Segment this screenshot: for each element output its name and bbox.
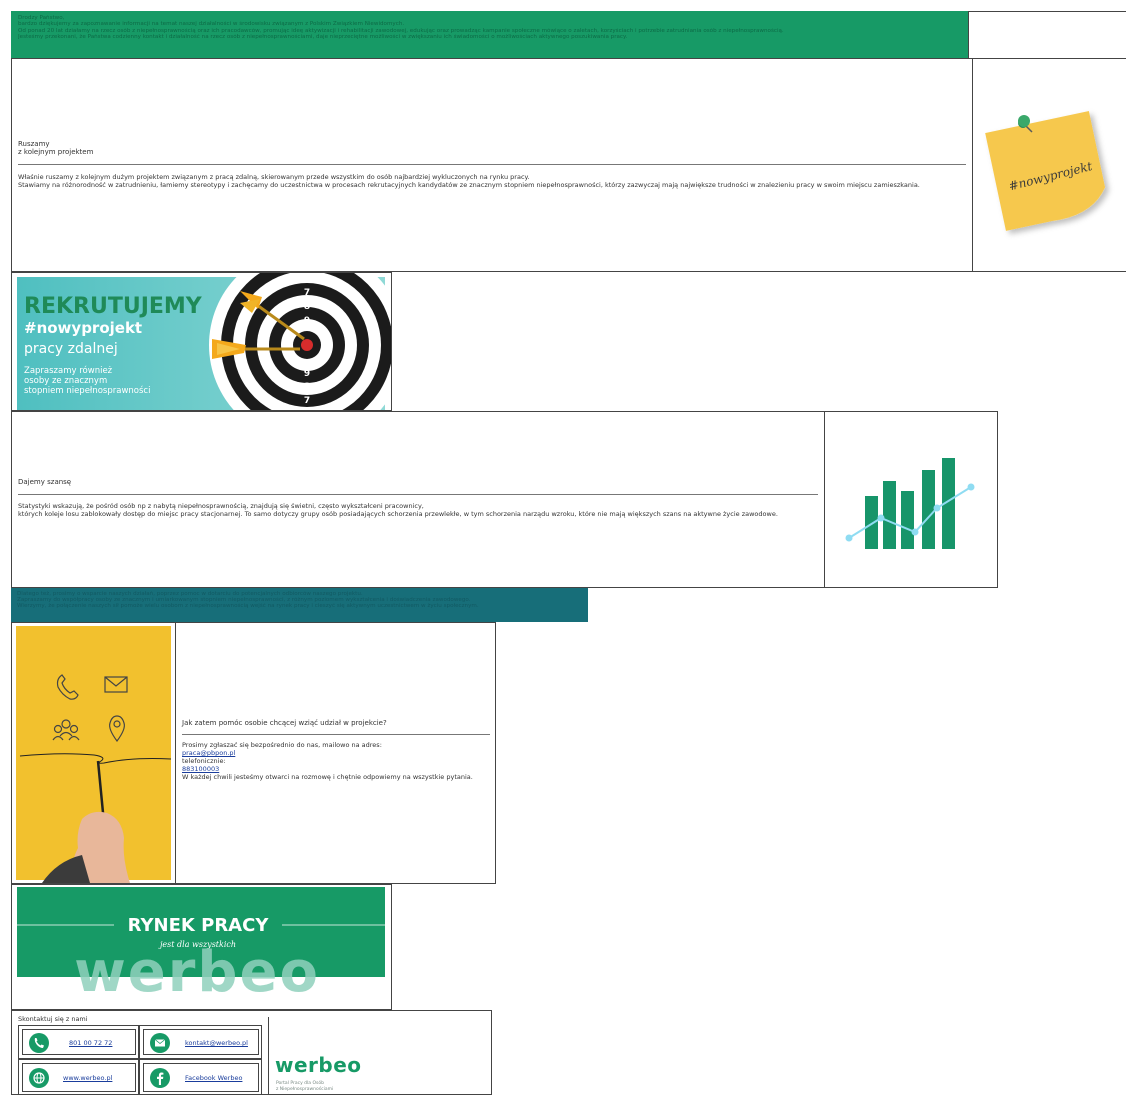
werbeo-logo: werbeo — [275, 1053, 362, 1077]
target-number: 8 — [304, 302, 310, 312]
facebook-icon — [150, 1068, 170, 1088]
section2-body-line1: Statystyki wskazują, że pośród osób np z… — [18, 502, 424, 510]
logo-tagline-2: z Niepełnosprawnościami — [276, 1086, 334, 1092]
recruiting-banner: 6 7 8 9 9 8 7 REKRUTUJEMY #nowyprojekt p… — [11, 247, 405, 443]
target-icon — [209, 247, 405, 443]
contact-inner: www.werbeo.pl — [22, 1063, 136, 1092]
sticky-note-graphic: #nowyprojekt — [985, 111, 1106, 231]
section3-body: Prosimy zgłaszać się bezpośrednio do nas… — [182, 741, 492, 781]
banner2-title: RYNEK PRACY — [128, 915, 270, 936]
labour-market-banner: RYNEK PRACY jest dla wszystkich werbeo — [11, 884, 392, 1010]
banner2-brand: werbeo — [74, 940, 320, 1005]
contact-heading: Skontaktuj się z nami — [18, 1015, 88, 1023]
phone-link[interactable]: 801 00 72 72 — [69, 1039, 112, 1047]
email-link[interactable]: praca@pbpon.pl — [182, 749, 235, 757]
target-number: 7 — [304, 396, 310, 406]
banner-line: osoby ze znacznym — [24, 376, 107, 386]
section3-title: Jak zatem pomóc osobie chcącej wziąć udz… — [182, 719, 387, 727]
contact-illustration — [16, 626, 172, 883]
section1-title-line2: z kolejnym projektem — [18, 148, 94, 156]
recruiting-graphic: 6 7 8 9 9 8 7 REKRUTUJEMY #nowyprojekt p… — [17, 247, 405, 443]
banner-line: stopniem niepełnosprawności — [24, 385, 150, 396]
banner-title: REKRUTUJEMY — [24, 294, 203, 319]
intro-line-3: Jesteśmy przekonani, że Państwa codzienn… — [18, 34, 628, 41]
logo-cell: werbeo Portal Pracy dla Osób z Niepełnos… — [268, 1017, 493, 1095]
target-number: 7 — [304, 288, 310, 298]
section-opportunity: Dajemy szansę Statystyki wskazują, że po… — [11, 411, 825, 588]
contact-cell-facebook: Facebook Werbeo — [139, 1059, 262, 1095]
section2-title: Dajemy szansę — [18, 478, 72, 486]
section3-body-line1: Prosimy zgłaszać się bezpośrednio do nas… — [182, 741, 382, 749]
section1-body-line1: Właśnie ruszamy z kolejnym dużym projekt… — [18, 173, 530, 181]
growth-chart-image — [824, 411, 998, 588]
section2-body-line2: których koleje losu zablokowały dostęp d… — [18, 510, 778, 518]
phone-link[interactable]: 883100003 — [182, 765, 219, 773]
target-number: 8 — [304, 382, 310, 392]
sticky-note-image: #nowyprojekt — [972, 58, 1126, 272]
section-how-to-help: Jak zatem pomóc osobie chcącej wziąć udz… — [175, 622, 496, 884]
website-link[interactable]: www.werbeo.pl — [63, 1074, 112, 1082]
globe-icon — [29, 1068, 49, 1088]
phone-icon — [29, 1033, 49, 1053]
mail-icon — [150, 1033, 170, 1053]
target-number: 9 — [304, 369, 310, 379]
section3-body-line2: W każdej chwili jesteśmy otwarci na rozm… — [182, 773, 473, 781]
contact-footer: Skontaktuj się z nami 801 00 72 72 konta… — [11, 1010, 492, 1095]
contact-cell-phone: 801 00 72 72 — [18, 1025, 139, 1059]
contact-inner: kontakt@werbeo.pl — [143, 1029, 259, 1055]
labour-market-graphic: RYNEK PRACY jest dla wszystkich werbeo — [17, 887, 385, 1005]
phone-label: telefonicznie: — [182, 757, 226, 765]
section1-title: Ruszamy z kolejnym projektem — [18, 140, 93, 156]
bar-chart-icon — [845, 458, 975, 549]
intro-banner: Drodzy Państwo, bardzo dziękujemy za zap… — [11, 11, 968, 58]
logo-tagline: Portal Pracy dla Osób z Niepełnosprawnoś… — [276, 1081, 333, 1092]
facebook-link[interactable]: Facebook Werbeo — [185, 1074, 242, 1082]
divider — [18, 494, 818, 495]
email-link[interactable]: kontakt@werbeo.pl — [185, 1039, 248, 1047]
contact-photo — [11, 622, 176, 884]
contact-inner: 801 00 72 72 — [22, 1029, 136, 1055]
contact-cell-website: www.werbeo.pl — [18, 1059, 139, 1095]
section1-body: Właśnie ruszamy z kolejnym dużym projekt… — [18, 173, 968, 189]
contact-cell-email: kontakt@werbeo.pl — [139, 1025, 262, 1059]
pin-icon — [1018, 115, 1030, 127]
outro-line-3: Wierzymy, że połączenie naszych sił pomo… — [17, 603, 479, 609]
section1-body-line2: Stawiamy na różnorodność w zatrudnieniu,… — [18, 181, 920, 189]
divider — [182, 734, 490, 735]
section1-title-line1: Ruszamy — [18, 140, 50, 148]
target-number: 6 — [304, 276, 310, 286]
section-new-project: Ruszamy z kolejnym projektem Właśnie rus… — [11, 58, 973, 272]
section2-body: Statystyki wskazują, że pośród osób np z… — [18, 502, 823, 518]
banner-hashtag: #nowyprojekt — [24, 319, 142, 337]
target-number: 9 — [304, 316, 310, 326]
divider — [18, 164, 966, 165]
outro-banner: Dlatego też, prosimy o wsparcie naszych … — [11, 588, 588, 622]
banner-subtitle: pracy zdalnej — [24, 341, 118, 357]
contact-inner: Facebook Werbeo — [143, 1063, 259, 1092]
intro-side-cell — [968, 11, 1126, 58]
banner-line: Zapraszamy również — [24, 365, 113, 376]
